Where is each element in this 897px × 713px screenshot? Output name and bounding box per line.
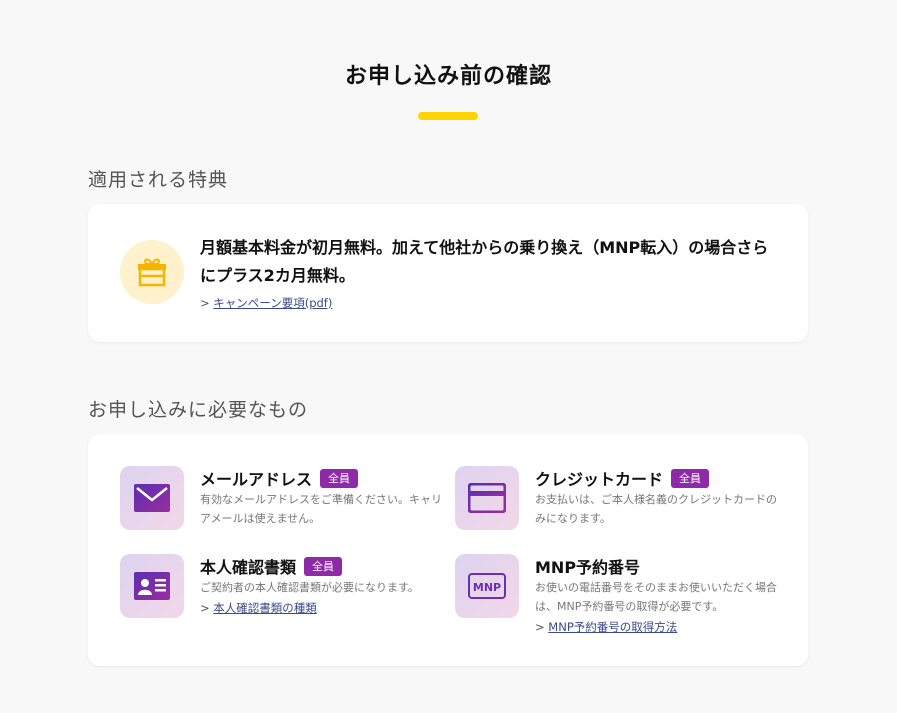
- id-card-icon: [120, 554, 184, 618]
- requirement-title-text: MNP予約番号: [535, 558, 641, 577]
- requirement-title-text: 本人確認書類: [200, 558, 297, 577]
- requirement-title: クレジットカード 全員: [535, 466, 710, 490]
- requirement-mnp-number: MNP MNP予約番号 お使いの電話番号をそのままお使いいただく場合は、MNP予…: [455, 554, 777, 635]
- id-document-types-link[interactable]: 本人確認書類の種類: [213, 601, 317, 615]
- required-badge: 全員: [304, 556, 343, 576]
- svg-text:MNP: MNP: [473, 581, 501, 594]
- requirement-description: 有効なメールアドレスをご準備ください。キャリアメールは使えません。: [200, 493, 442, 525]
- requirement-credit-card: クレジットカード 全員 お支払いは、ご本人様名義のクレジットカードのみになります…: [455, 466, 777, 546]
- id-link-row: > 本人確認書類の種類: [200, 600, 317, 616]
- gift-icon: [120, 240, 184, 304]
- requirement-title: メールアドレス 全員: [200, 466, 359, 490]
- requirement-email: メールアドレス 全員 有効なメールアドレスをご準備ください。キャリアメールは使え…: [120, 466, 442, 546]
- link-prefix: >: [200, 296, 210, 310]
- requirement-title-text: クレジットカード: [535, 470, 664, 489]
- requirement-description: ご契約者の本人確認書類が必要になります。: [200, 581, 419, 594]
- benefits-heading: 適用される特典: [88, 169, 229, 191]
- requirement-title: 本人確認書類 全員: [200, 554, 343, 578]
- benefit-description: 月額基本料金が初月無料。加えて他社からの乗り換え（MNP転入）の場合さらにプラス…: [200, 238, 769, 285]
- required-badge: 全員: [320, 468, 359, 488]
- mail-icon: [120, 466, 184, 530]
- requirement-title: MNP予約番号: [535, 554, 640, 578]
- mnp-icon: MNP: [455, 554, 519, 618]
- page-title: お申し込み前の確認: [344, 64, 552, 89]
- credit-card-icon: [455, 466, 519, 530]
- requirements-card: メールアドレス 全員 有効なメールアドレスをご準備ください。キャリアメールは使え…: [88, 434, 808, 666]
- requirement-title-text: メールアドレス: [200, 470, 313, 489]
- campaign-terms-link[interactable]: キャンペーン要項(pdf): [213, 296, 332, 310]
- requirements-heading: お申し込みに必要なもの: [88, 399, 309, 421]
- requirement-id-document: 本人確認書類 全員 ご契約者の本人確認書類が必要になります。 > 本人確認書類の…: [120, 554, 440, 634]
- mnp-how-to-link[interactable]: MNP予約番号の取得方法: [548, 620, 677, 634]
- title-underline: [418, 112, 478, 120]
- mnp-link-row: > MNP予約番号の取得方法: [535, 619, 677, 635]
- link-prefix: >: [535, 620, 545, 634]
- requirement-description: お支払いは、ご本人様名義のクレジットカードのみになります。: [535, 493, 777, 525]
- campaign-link-row: > キャンペーン要項(pdf): [200, 295, 332, 311]
- link-prefix: >: [200, 601, 210, 615]
- benefits-card: 月額基本料金が初月無料。加えて他社からの乗り換え（MNP転入）の場合さらにプラス…: [88, 204, 808, 342]
- requirement-description: お使いの電話番号をそのままお使いいただく場合は、MNP予約番号の取得が必要です。: [535, 581, 777, 613]
- required-badge: 全員: [671, 468, 710, 488]
